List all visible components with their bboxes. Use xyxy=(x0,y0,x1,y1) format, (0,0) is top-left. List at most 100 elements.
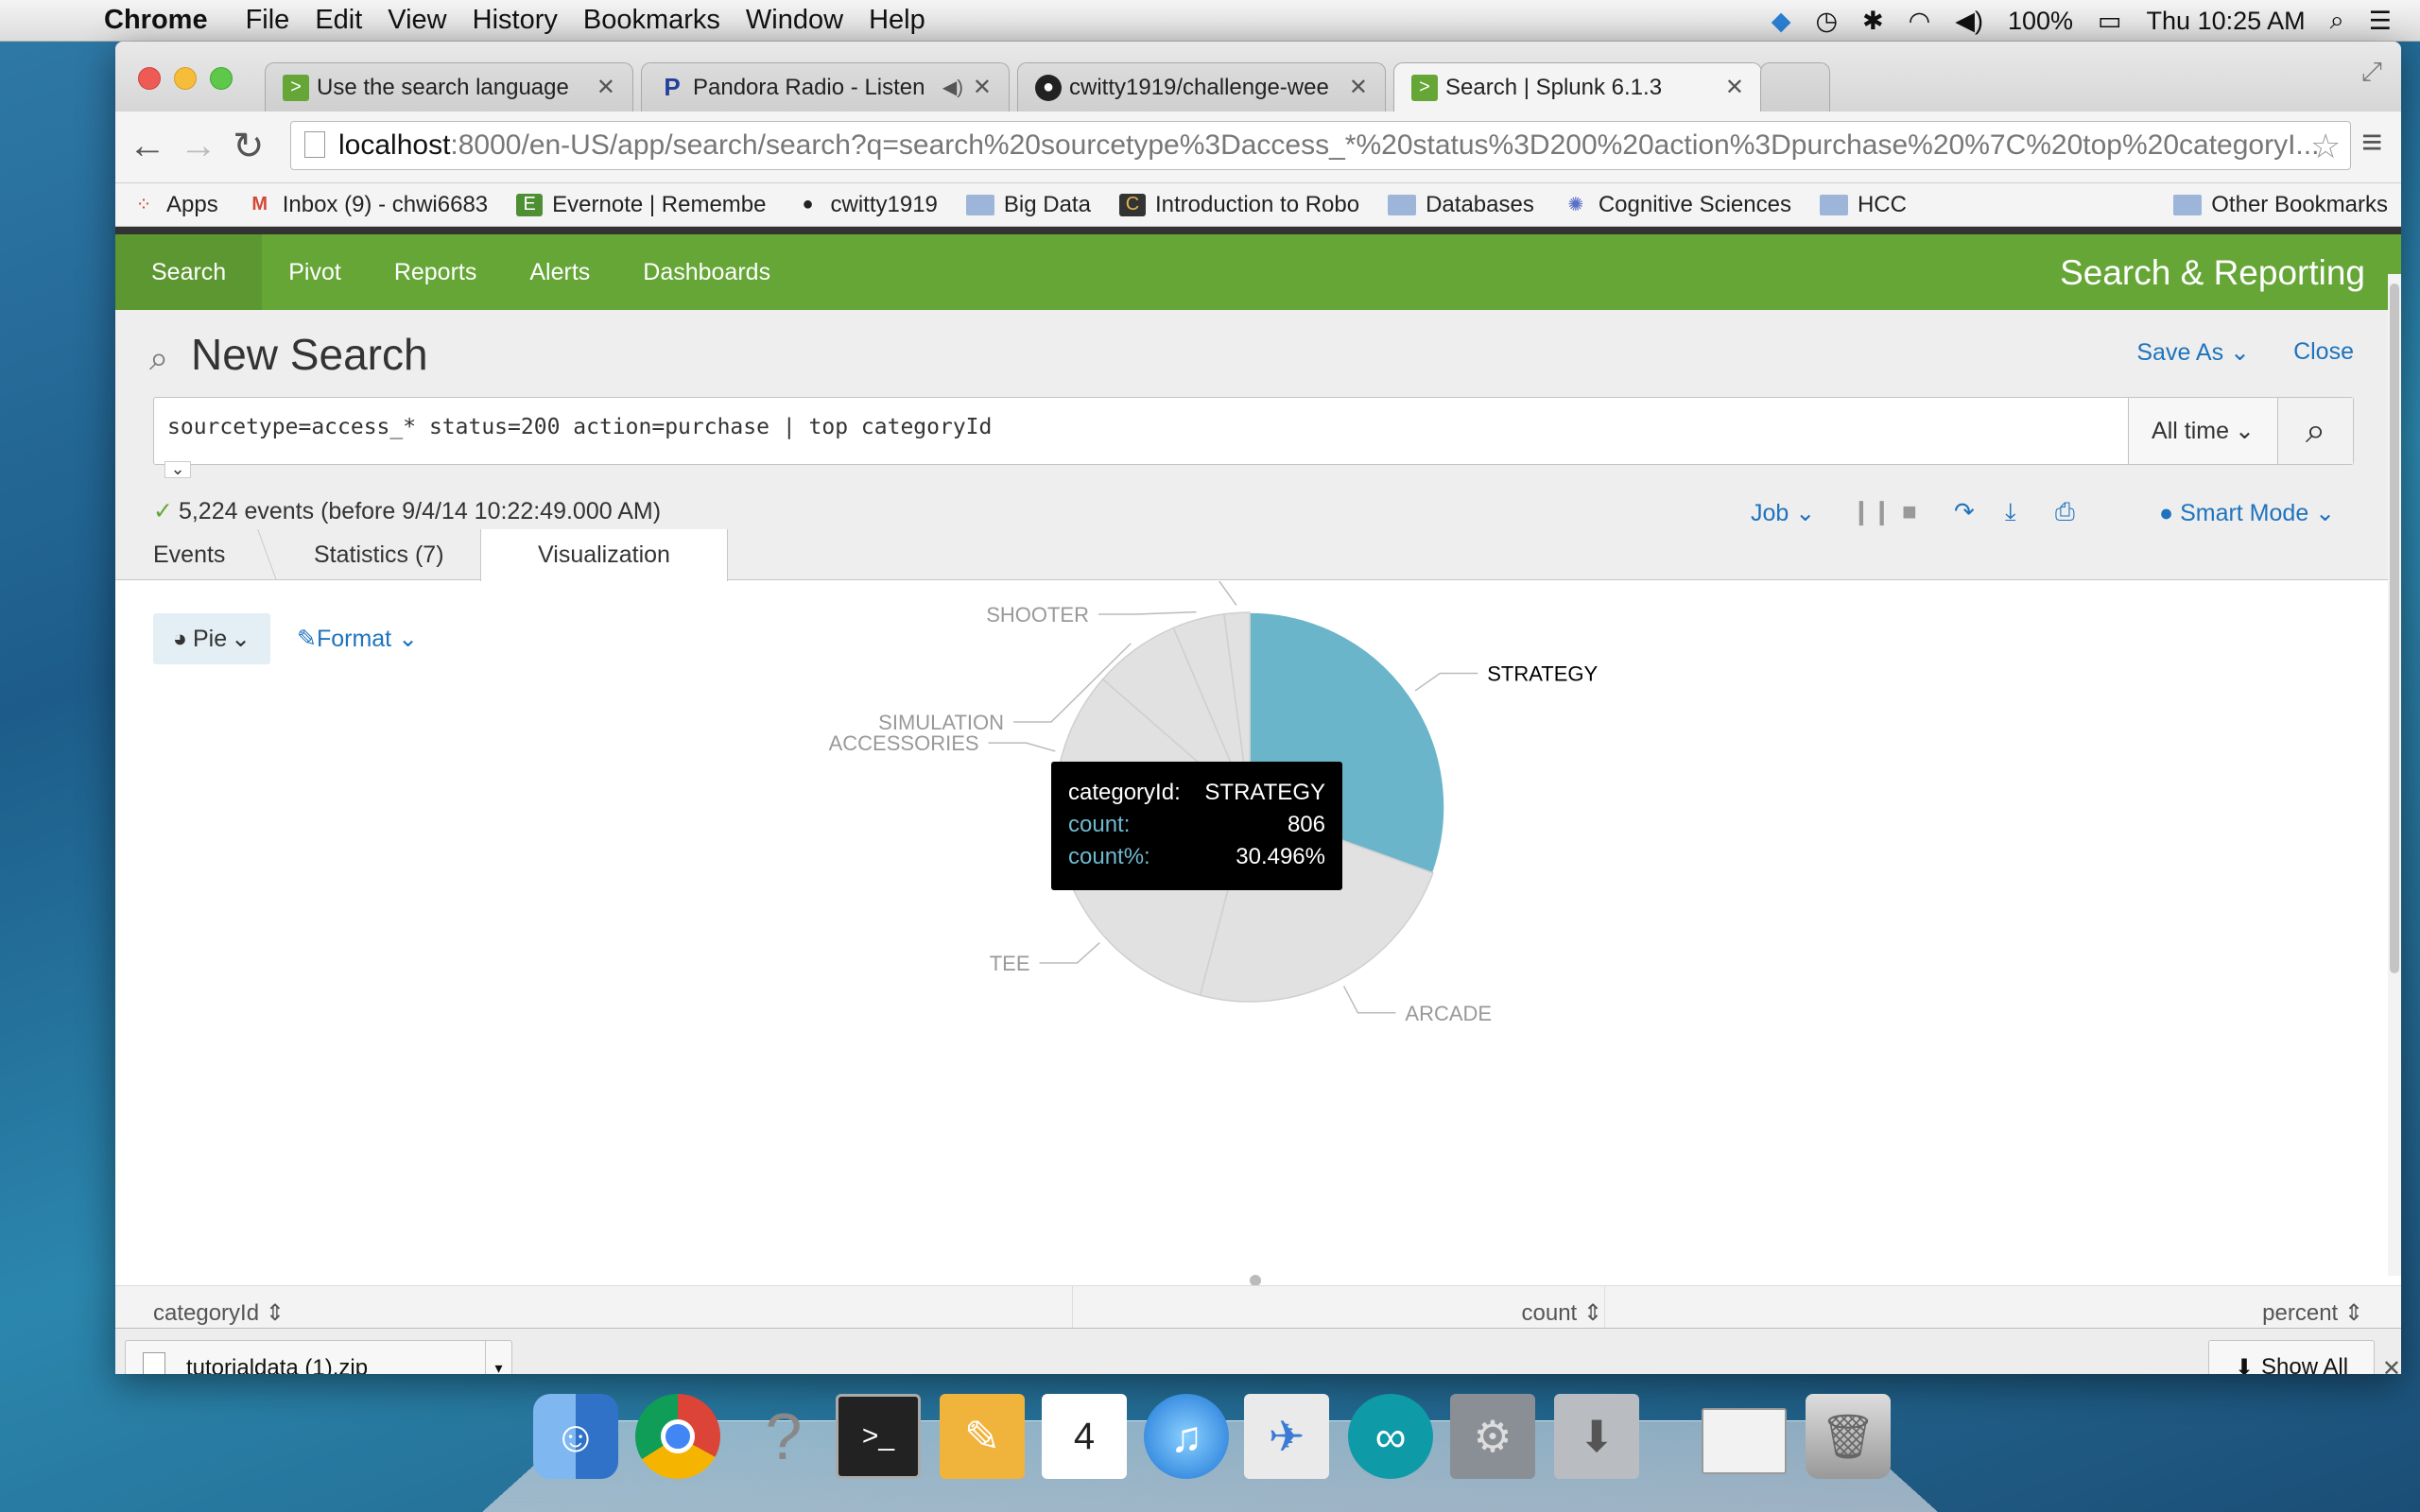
tab-visualization[interactable]: Visualization xyxy=(480,529,728,581)
bookmark-robotics[interactable]: C Introduction to Robo xyxy=(1118,192,1359,218)
menu-view[interactable]: View xyxy=(388,5,446,36)
chrome-menu-icon[interactable]: ≡ xyxy=(2361,123,2382,163)
nav-dashboards[interactable]: Dashboards xyxy=(616,234,797,310)
job-menu-button[interactable]: Job ⌄ xyxy=(1751,499,1815,527)
menu-edit[interactable]: Edit xyxy=(315,5,362,36)
share-icon[interactable]: ↷ xyxy=(1954,497,1975,526)
column-categoryid[interactable]: categoryId ⇕ xyxy=(153,1299,285,1327)
column-percent[interactable]: percent ⇕ xyxy=(2262,1299,2363,1327)
leader-line xyxy=(1414,672,1478,692)
column-count[interactable]: count ⇕ xyxy=(1522,1299,1603,1327)
fullscreen-icon[interactable]: ⤢ xyxy=(2361,57,2382,88)
search-query-input[interactable]: sourcetype=access_* status=200 action=pu… xyxy=(153,397,2354,465)
close-tab-icon[interactable]: ✕ xyxy=(1349,74,1368,101)
window-preview-icon[interactable] xyxy=(1702,1408,1787,1474)
menu-help[interactable]: Help xyxy=(869,5,925,36)
close-download-shelf-icon[interactable]: ✕ xyxy=(2382,1355,2401,1374)
close-button[interactable]: Close xyxy=(2293,338,2354,366)
pages-icon[interactable]: ✎ xyxy=(940,1394,1025,1479)
bookmark-gmail[interactable]: M Inbox (9) - chwi6683 xyxy=(247,192,488,218)
minimize-window-icon[interactable] xyxy=(174,67,197,90)
bluetooth-icon[interactable]: ✱ xyxy=(1862,7,1884,36)
close-tab-icon[interactable]: ✕ xyxy=(973,74,992,101)
back-icon[interactable]: ← xyxy=(129,125,166,167)
bookmark-hcc[interactable]: HCC xyxy=(1819,192,1907,218)
maps-icon[interactable]: ✈ xyxy=(1244,1394,1329,1479)
reload-icon[interactable]: ↻ xyxy=(233,125,265,168)
battery-icon[interactable]: ▭ xyxy=(2098,7,2122,36)
dropbox-icon[interactable]: ◆ xyxy=(1772,7,1791,36)
bookmark-github[interactable]: ● cwitty1919 xyxy=(795,192,937,218)
menu-history[interactable]: History xyxy=(473,5,558,36)
time-range-picker[interactable]: All time ⌄ xyxy=(2128,398,2277,464)
zoom-window-icon[interactable] xyxy=(210,67,233,90)
pie-label-shooter: SHOOTER xyxy=(986,603,1089,627)
show-all-label: Show All xyxy=(2261,1354,2349,1374)
menu-bookmarks[interactable]: Bookmarks xyxy=(583,5,720,36)
show-all-downloads-button[interactable]: ⬇ Show All xyxy=(2208,1340,2375,1374)
browser-tab[interactable]: P Pandora Radio - Listen ◀) ✕ xyxy=(641,62,1010,112)
download-shelf: tutorialdata (1).zip ▾ ⬇ Show All ✕ xyxy=(115,1328,2401,1374)
menu-app-name[interactable]: Chrome xyxy=(104,5,208,36)
search-submit-button[interactable]: ⌕ xyxy=(2277,398,2353,464)
bookmark-other[interactable]: Other Bookmarks xyxy=(2173,192,2388,218)
download-menu-icon[interactable]: ▾ xyxy=(485,1341,511,1374)
tab-title: Use the search language xyxy=(317,74,569,100)
download-item[interactable]: tutorialdata (1).zip ▾ xyxy=(125,1340,512,1374)
nav-alerts[interactable]: Alerts xyxy=(503,234,616,310)
search-mode-button[interactable]: ● Smart Mode ⌄ xyxy=(2159,499,2335,527)
search-query-text[interactable]: sourcetype=access_* status=200 action=pu… xyxy=(167,415,992,439)
itunes-icon[interactable]: ♫ xyxy=(1144,1394,1229,1479)
notification-center-icon[interactable]: ☰ xyxy=(2369,7,2392,36)
app-title[interactable]: Search & Reporting xyxy=(2060,253,2365,293)
tab-statistics[interactable]: Statistics (7) xyxy=(314,529,444,580)
wifi-icon[interactable]: ◠ xyxy=(1909,7,1931,36)
bookmark-databases[interactable]: Databases xyxy=(1388,192,1534,218)
print-icon[interactable]: ⎙ xyxy=(2055,497,2075,527)
address-bar[interactable]: localhost :8000/en-US/app/search/search?… xyxy=(290,121,2351,170)
close-tab-icon[interactable]: ✕ xyxy=(1725,74,1744,101)
system-preferences-icon[interactable]: ⚙ xyxy=(1450,1394,1535,1479)
calendar-icon[interactable]: 4 xyxy=(1042,1394,1127,1479)
export-icon[interactable]: ⤓ xyxy=(2005,497,2016,527)
close-tab-icon[interactable]: ✕ xyxy=(596,74,615,101)
expand-query-icon[interactable]: ⌄ xyxy=(164,460,191,478)
menu-window[interactable]: Window xyxy=(746,5,843,36)
spotlight-icon[interactable]: ⌕ xyxy=(2330,6,2344,36)
time-machine-icon[interactable]: ◷ xyxy=(1815,7,1838,36)
terminal-icon[interactable]: >_ xyxy=(836,1394,921,1479)
bookmark-cognitive-sciences[interactable]: ✺ Cognitive Sciences xyxy=(1563,192,1791,218)
nav-pivot[interactable]: Pivot xyxy=(262,234,368,310)
page-scrollbar[interactable] xyxy=(2388,274,2401,1276)
clock[interactable]: Thu 10:25 AM xyxy=(2147,7,2306,36)
finder-icon[interactable]: ☺ xyxy=(533,1394,618,1479)
pie-label-simulation: SIMULATION xyxy=(878,711,1004,734)
tab-events[interactable]: Events xyxy=(153,529,225,580)
bookmark-star-icon[interactable]: ☆ xyxy=(2310,127,2341,166)
bookmark-label: Other Bookmarks xyxy=(2211,191,2388,217)
forward-icon[interactable]: → xyxy=(180,125,217,167)
help-icon[interactable]: ? xyxy=(741,1394,826,1479)
trash-icon[interactable]: 🗑 xyxy=(1806,1394,1891,1479)
installer-icon[interactable]: ⬇ xyxy=(1554,1394,1639,1479)
save-as-button[interactable]: Save As ⌄ xyxy=(2136,338,2250,367)
menu-file[interactable]: File xyxy=(246,5,290,36)
arduino-icon[interactable]: ∞ xyxy=(1348,1394,1433,1479)
volume-icon[interactable]: ◀) xyxy=(1955,7,1983,36)
bookmark-evernote[interactable]: E Evernote | Remembe xyxy=(516,192,767,218)
pie-label-arcade: ARCADE xyxy=(1405,1002,1492,1025)
nav-reports[interactable]: Reports xyxy=(368,234,504,310)
scrollbar-thumb[interactable] xyxy=(2390,284,2399,973)
bookmark-apps[interactable]: ⁘ Apps xyxy=(130,192,218,218)
browser-tab-active[interactable]: > Search | Splunk 6.1.3 ✕ xyxy=(1393,62,1762,112)
new-tab-button[interactable] xyxy=(1760,62,1830,112)
pie-label-strategy: STRATEGY xyxy=(1487,662,1598,686)
bookmark-big-data[interactable]: Big Data xyxy=(965,192,1091,218)
browser-tab[interactable]: > Use the search language ✕ xyxy=(265,62,633,112)
chrome-icon[interactable] xyxy=(635,1394,720,1479)
nav-search[interactable]: Search xyxy=(115,234,263,310)
pause-icon[interactable]: ❙❙ xyxy=(1851,497,1893,526)
browser-tab[interactable]: ● cwitty1919/challenge-wee ✕ xyxy=(1017,62,1386,112)
stop-icon[interactable]: ■ xyxy=(1902,497,1917,526)
close-window-icon[interactable] xyxy=(138,67,161,90)
